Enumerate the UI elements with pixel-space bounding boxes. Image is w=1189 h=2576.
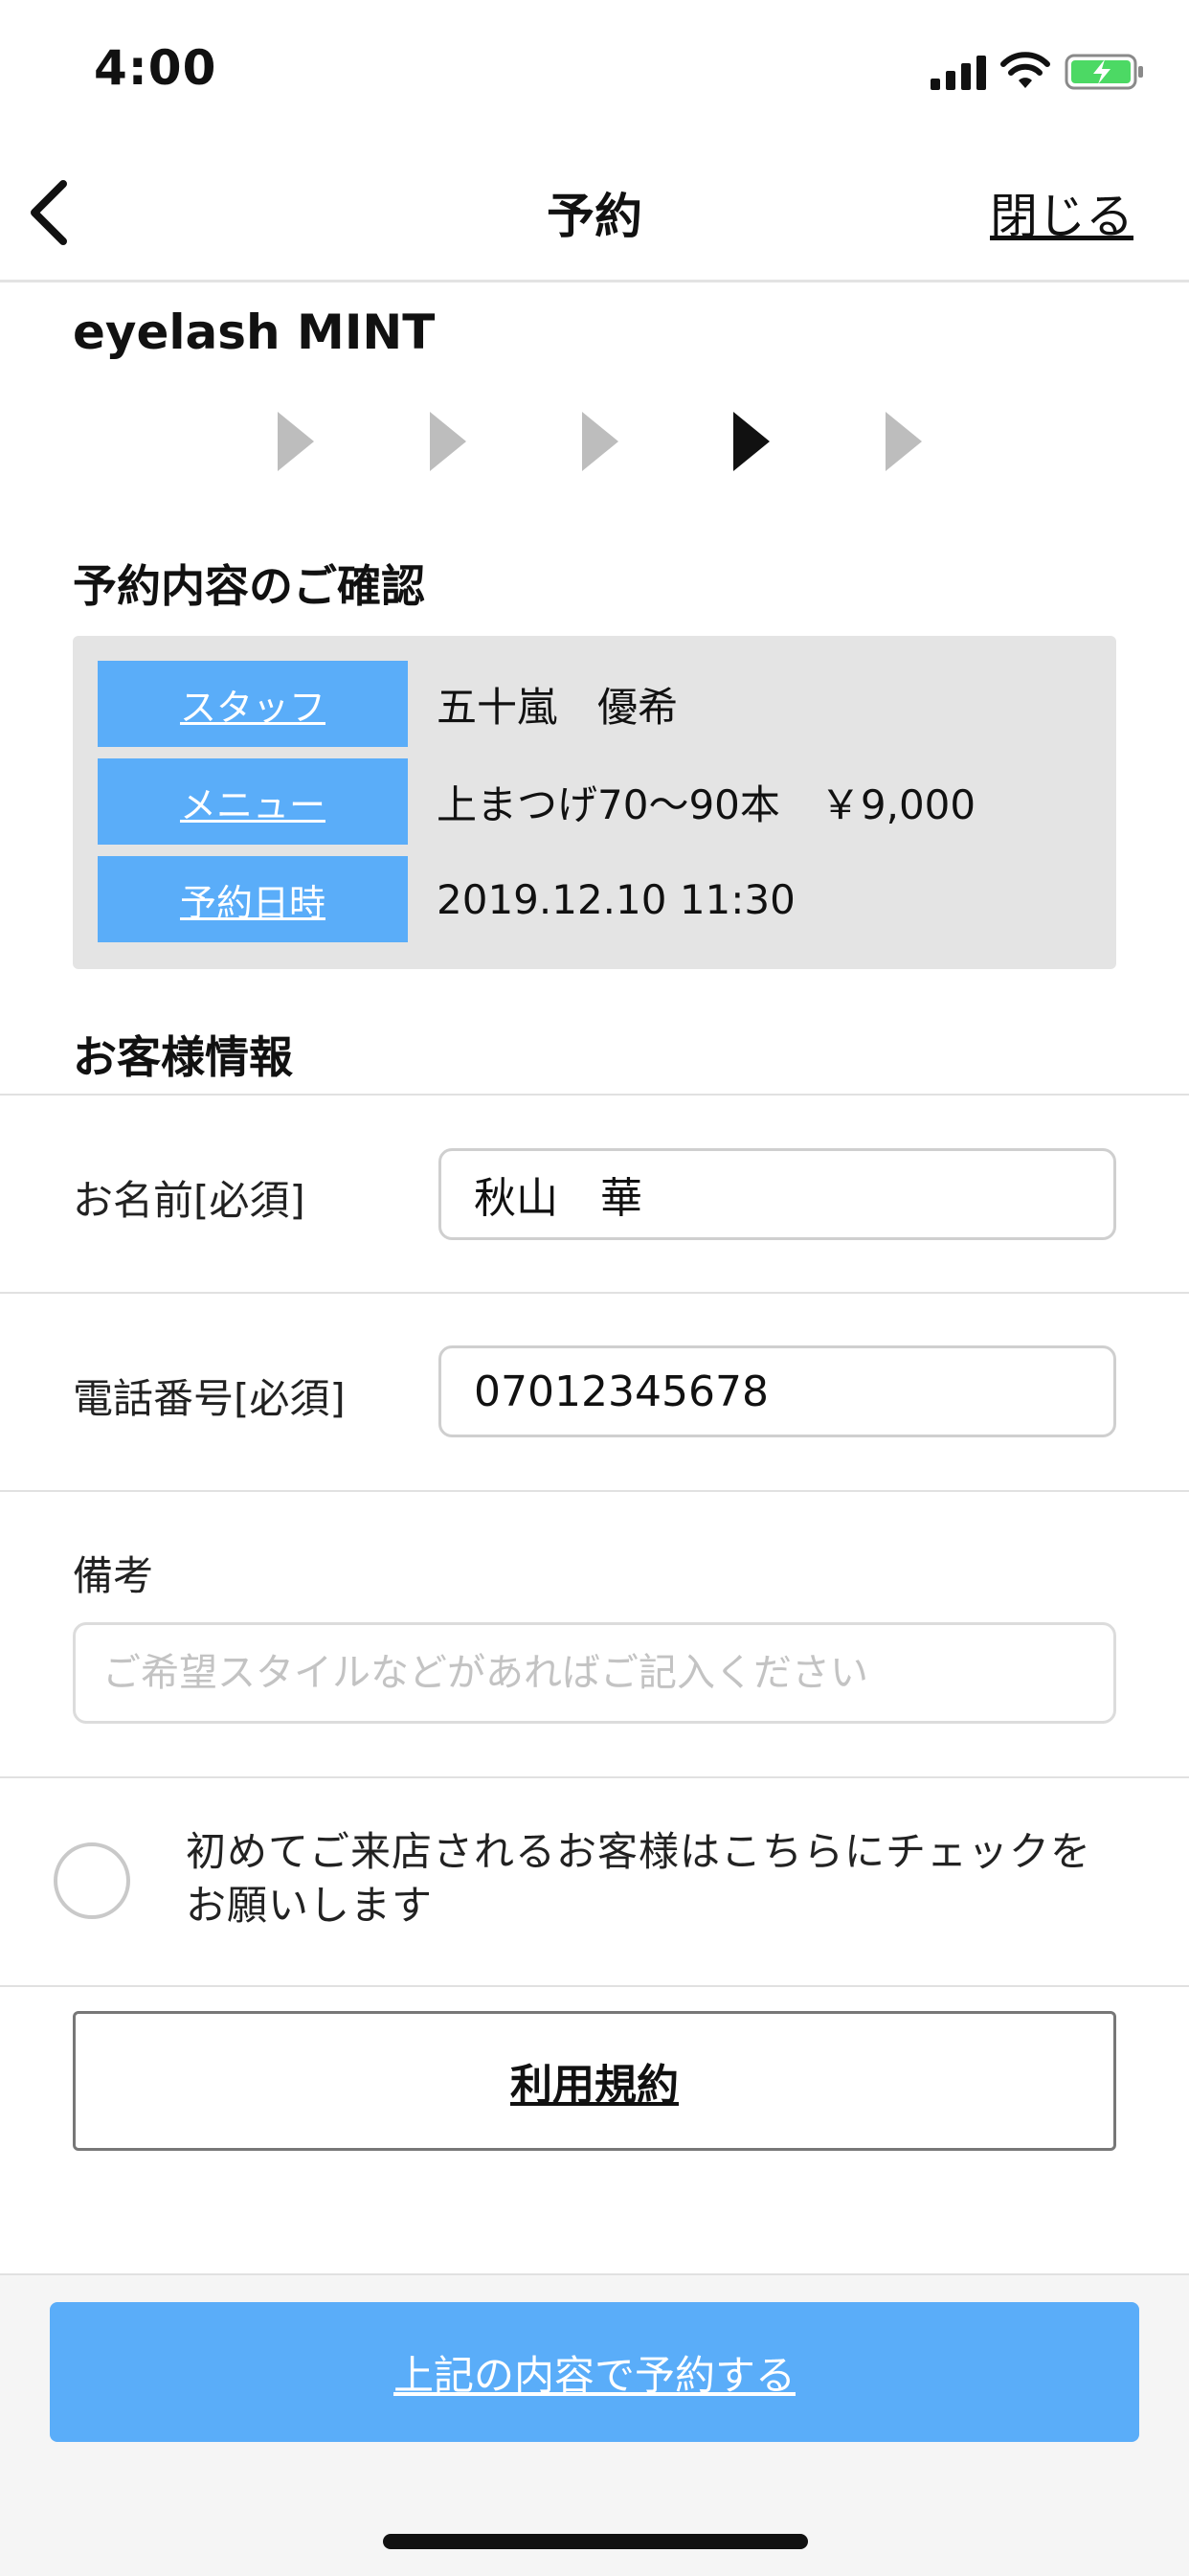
terms-button[interactable]: 利用規約: [73, 2011, 1116, 2151]
status-time: 4:00: [94, 40, 217, 96]
phone-label: 電話番号[必須]: [73, 1375, 346, 1422]
first-visit-label: 初めてご来店されるお客様はこちらにチェックを お願いします: [186, 1825, 1124, 1932]
close-button[interactable]: 閉じる: [990, 178, 1133, 247]
divider: [0, 1985, 1189, 1987]
confirmation-row-staff: スタッフ 五十嵐 優希: [98, 661, 1093, 747]
step-indicator: [0, 412, 1189, 479]
cellular-signal-icon: [931, 56, 986, 90]
submit-reservation-button[interactable]: 上記の内容で予約する: [50, 2302, 1139, 2442]
menu-label-link[interactable]: メニュー: [98, 758, 408, 845]
step-4-arrow-icon: [733, 412, 770, 471]
confirmation-row-menu: メニュー 上まつげ70〜90本 ￥9,000: [98, 758, 1093, 845]
first-visit-label-line-2: お願いします: [186, 1882, 434, 1929]
name-field[interactable]: [438, 1148, 1116, 1240]
phone-field[interactable]: [438, 1345, 1116, 1437]
divider: [0, 1292, 1189, 1294]
step-2-arrow-icon: [430, 412, 466, 471]
menu-value: 上まつげ70〜90本 ￥9,000: [437, 780, 976, 828]
divider: [0, 1490, 1189, 1492]
home-indicator[interactable]: [383, 2534, 808, 2549]
staff-value: 五十嵐 優希: [437, 683, 679, 731]
remarks-label: 備考: [73, 1552, 154, 1599]
staff-label-link[interactable]: スタッフ: [98, 661, 408, 747]
shop-name: eyelash MINT: [73, 305, 436, 360]
customer-info-title: お客様情報: [73, 1031, 293, 1083]
confirmation-row-datetime: 予約日時 2019.12.10 11:30: [98, 856, 1093, 942]
footer: 上記の内容で予約する: [0, 2273, 1189, 2576]
battery-charging-icon: [1065, 54, 1143, 90]
step-5-arrow-icon: [886, 412, 922, 471]
remarks-field[interactable]: [73, 1622, 1116, 1724]
datetime-value: 2019.12.10 11:30: [437, 875, 796, 923]
confirmation-title: 予約内容のご確認: [73, 560, 425, 612]
wifi-icon: [1000, 52, 1050, 88]
divider: [0, 1094, 1189, 1096]
confirmation-box: スタッフ 五十嵐 優希 メニュー 上まつげ70〜90本 ￥9,000 予約日時 …: [73, 636, 1116, 969]
divider: [0, 1776, 1189, 1778]
step-3-arrow-icon: [582, 412, 618, 471]
datetime-label-link[interactable]: 予約日時: [98, 856, 408, 942]
navigation-bar: 予約 閉じる: [0, 144, 1189, 282]
first-visit-checkbox[interactable]: [54, 1842, 130, 1919]
name-label: お名前[必須]: [73, 1177, 305, 1224]
first-visit-label-line-1: 初めてご来店されるお客様はこちらにチェックを: [186, 1828, 1092, 1875]
step-1-arrow-icon: [278, 412, 314, 471]
status-bar: 4:00: [0, 0, 1189, 144]
